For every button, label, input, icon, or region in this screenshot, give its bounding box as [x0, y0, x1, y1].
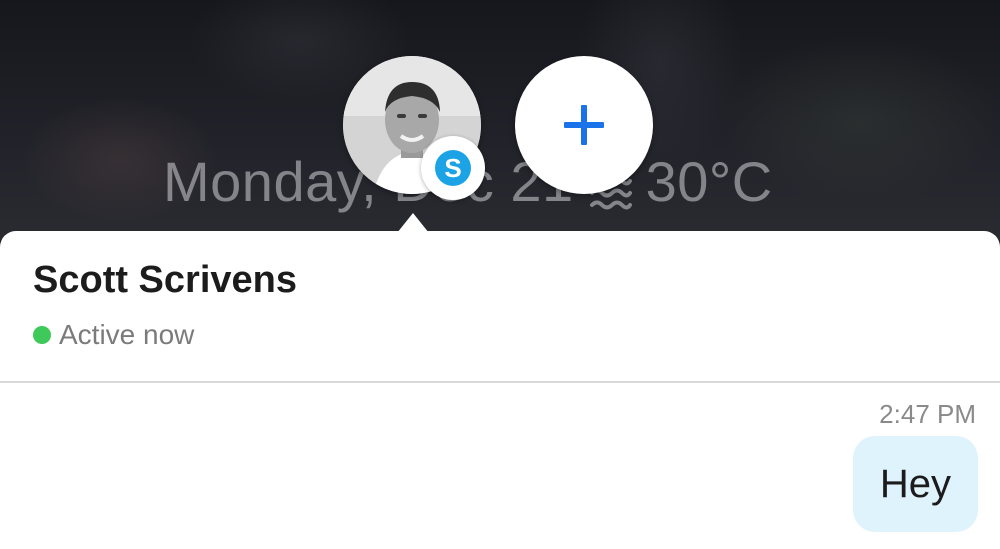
skype-icon: S: [421, 136, 485, 200]
online-status-icon: [33, 326, 51, 344]
header-divider: [0, 381, 1000, 383]
conversation-panel: Scott Scrivens Active now 2:47 PM Hey: [0, 231, 1000, 549]
contact-name[interactable]: Scott Scrivens: [33, 259, 297, 302]
lockscreen-temperature: 30°C: [645, 149, 773, 213]
skype-badge-letter: S: [435, 150, 471, 186]
status-text: Active now: [59, 319, 195, 350]
outgoing-message-bubble[interactable]: Hey: [853, 436, 978, 532]
message-text: Hey: [879, 461, 952, 506]
add-bubble-button[interactable]: [515, 56, 653, 194]
message-timestamp: 2:47 PM: [879, 399, 976, 429]
plus-icon: [564, 105, 604, 145]
presence-status: Active now: [33, 319, 194, 351]
panel-pointer: [397, 213, 429, 233]
